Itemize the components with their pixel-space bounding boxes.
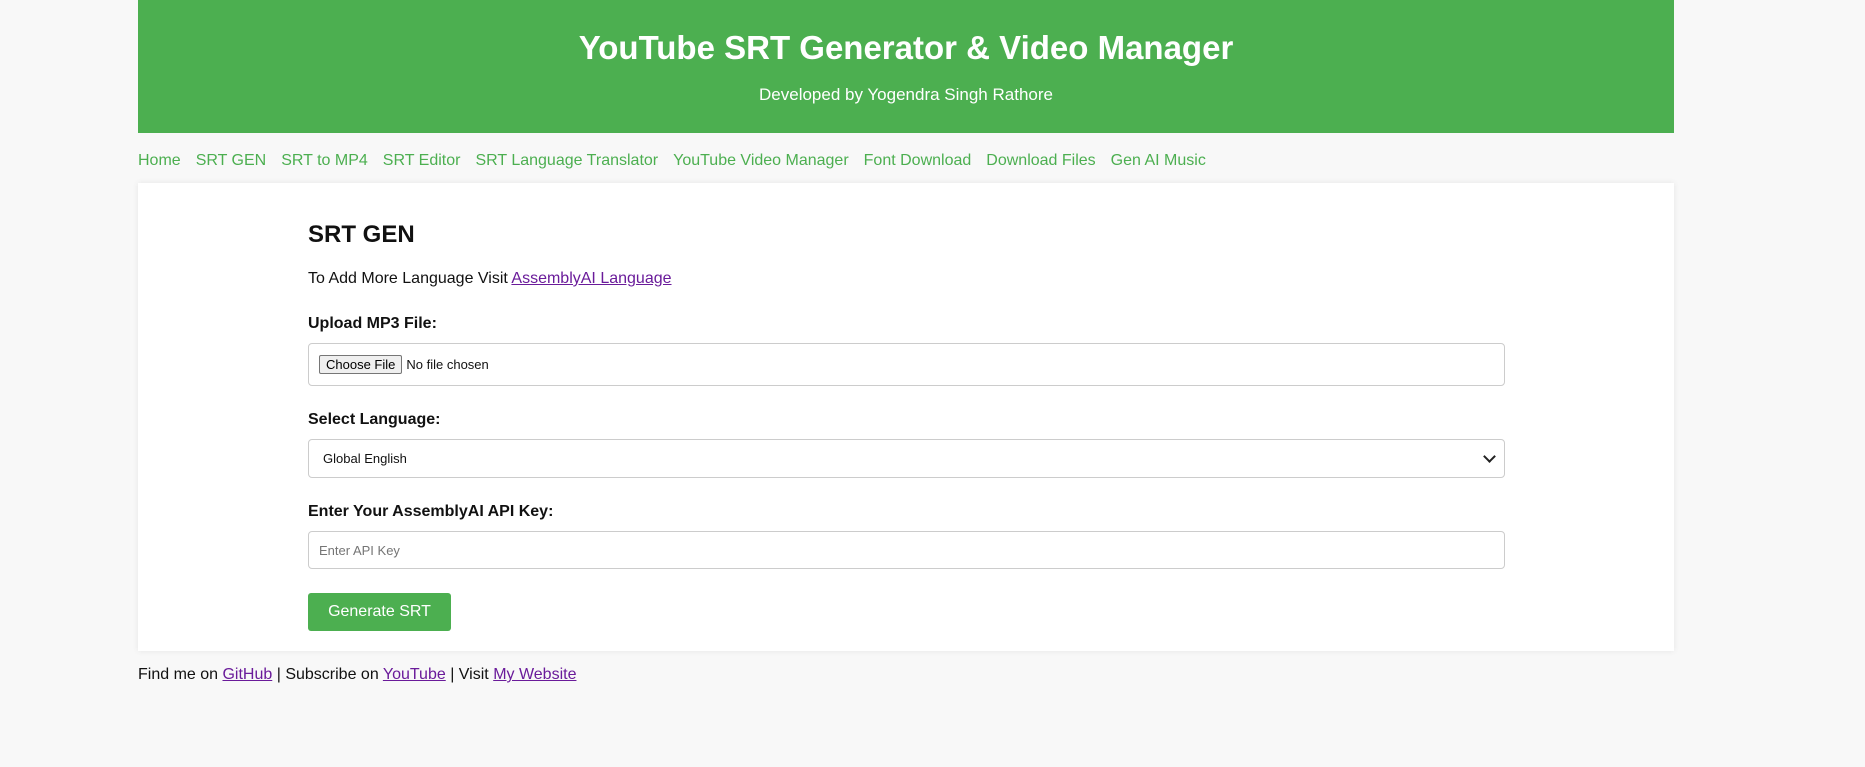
footer-find-text: Find me on bbox=[138, 666, 223, 683]
chevron-down-icon bbox=[1483, 450, 1496, 463]
page: YouTube SRT Generator & Video Manager De… bbox=[138, 0, 1674, 683]
file-status-text: No file chosen bbox=[406, 357, 489, 372]
site-title: YouTube SRT Generator & Video Manager bbox=[578, 29, 1234, 66]
footer-separator-1: | Subscribe on bbox=[272, 666, 383, 683]
language-info-prefix: To Add More Language Visit bbox=[308, 270, 512, 287]
nav-link-gen-ai-music[interactable]: Gen AI Music bbox=[1111, 152, 1206, 170]
generate-srt-button[interactable]: Generate SRT bbox=[308, 593, 451, 631]
nav-link-font-download[interactable]: Font Download bbox=[864, 152, 972, 170]
nav-link-download-files[interactable]: Download Files bbox=[986, 152, 1095, 170]
footer-separator-2: | Visit bbox=[445, 666, 494, 683]
site-subtitle: Developed by Yogendra Singh Rathore bbox=[759, 85, 1053, 104]
nav-link-srt-editor[interactable]: SRT Editor bbox=[383, 152, 461, 170]
api-key-input[interactable] bbox=[308, 531, 1505, 569]
main-navigation: Home SRT GEN SRT to MP4 SRT Editor SRT L… bbox=[138, 133, 1674, 183]
language-select-value: Global English bbox=[323, 451, 407, 466]
github-link[interactable]: GitHub bbox=[222, 666, 272, 683]
srt-gen-card: SRT GEN To Add More Language Visit Assem… bbox=[138, 183, 1674, 651]
choose-file-button[interactable]: Choose File bbox=[319, 355, 403, 374]
site-footer: Find me on GitHub | Subscribe on YouTube… bbox=[138, 665, 576, 685]
nav-link-srt-to-mp4[interactable]: SRT to MP4 bbox=[281, 152, 368, 170]
form-heading: SRT GEN bbox=[308, 221, 415, 248]
nav-link-youtube-video-manager[interactable]: YouTube Video Manager bbox=[673, 152, 849, 170]
site-header: YouTube SRT Generator & Video Manager De… bbox=[138, 0, 1674, 133]
youtube-link[interactable]: YouTube bbox=[383, 666, 446, 683]
nav-link-srt-gen[interactable]: SRT GEN bbox=[196, 152, 267, 170]
mp3-file-input[interactable]: Choose File No file chosen bbox=[308, 343, 1505, 386]
language-select[interactable]: Global English bbox=[308, 439, 1505, 478]
select-language-label: Select Language: bbox=[308, 411, 441, 428]
language-info-text: To Add More Language Visit AssemblyAI La… bbox=[308, 269, 672, 289]
upload-mp3-label: Upload MP3 File: bbox=[308, 315, 437, 332]
my-website-link[interactable]: My Website bbox=[493, 666, 576, 683]
nav-link-home[interactable]: Home bbox=[138, 152, 181, 170]
nav-link-srt-language-translator[interactable]: SRT Language Translator bbox=[475, 152, 658, 170]
api-key-label: Enter Your AssemblyAI API Key: bbox=[308, 503, 554, 520]
assemblyai-language-link[interactable]: AssemblyAI Language bbox=[511, 270, 671, 287]
